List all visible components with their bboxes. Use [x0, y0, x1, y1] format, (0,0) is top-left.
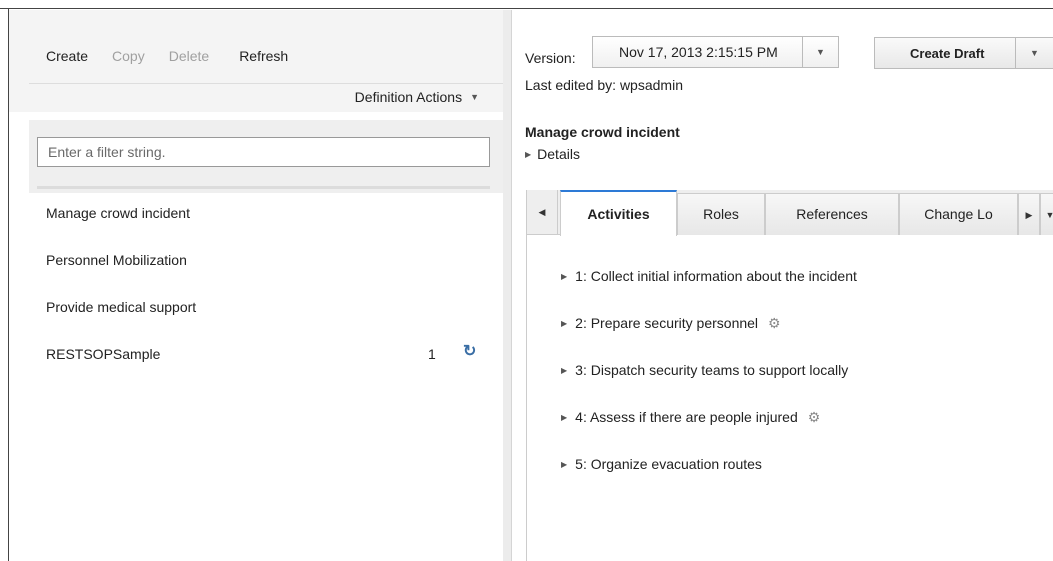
definition-detail-panel: Version: Nov 17, 2013 2:15:15 PM ▼ Creat… [512, 10, 1053, 561]
tab-scroll-right-button[interactable]: ▶ [1018, 193, 1040, 235]
version-select[interactable]: Nov 17, 2013 2:15:15 PM ▼ [592, 36, 839, 68]
activity-item[interactable]: ▶ 2: Prepare security personnel ⚙ [527, 283, 1053, 332]
list-item[interactable]: Personnel Mobilization [9, 241, 503, 288]
triangle-right-icon[interactable]: ▶ [561, 272, 567, 281]
version-value: Nov 17, 2013 2:15:15 PM [619, 44, 778, 60]
activity-label: 5: Organize evacuation routes [575, 456, 762, 472]
triangle-right-icon: ▶ [1025, 210, 1033, 220]
refresh-button[interactable]: Refresh [239, 48, 288, 64]
definition-name: Provide medical support [46, 299, 197, 315]
activity-label: 4: Assess if there are people injured [575, 409, 798, 425]
list-item[interactable]: RESTSOPSample 1 ↻ [9, 335, 503, 382]
definition-title: Manage crowd incident [525, 124, 680, 140]
tab-list-menu-button[interactable]: ▼ [1040, 193, 1053, 235]
triangle-right-icon[interactable]: ▶ [561, 460, 567, 469]
activity-item[interactable]: ▶ 4: Assess if there are people injured … [527, 377, 1053, 426]
definition-actions-label: Definition Actions [354, 89, 463, 105]
activity-item[interactable]: ▶ 1: Collect initial information about t… [527, 236, 1053, 284]
chevron-down-icon: ▼ [1045, 210, 1053, 220]
filter-area [29, 120, 503, 193]
details-label: Details [537, 146, 580, 162]
definitions-panel: Create Copy Delete Refresh Definition Ac… [9, 10, 503, 561]
chevron-down-icon: ▼ [470, 92, 479, 102]
create-button[interactable]: Create [46, 48, 88, 64]
version-label: Version: [525, 50, 576, 66]
definition-actions-menu[interactable]: Definition Actions ▼ [355, 89, 479, 105]
activities-list: ▶ 1: Collect initial information about t… [527, 236, 1053, 472]
triangle-right-icon[interactable]: ▶ [561, 366, 567, 375]
tab-roles[interactable]: Roles [677, 193, 765, 235]
definition-name: Personnel Mobilization [46, 252, 187, 268]
window-top-border [0, 0, 1053, 9]
create-draft-button[interactable]: Create Draft ▼ [874, 37, 1053, 69]
tab-container: ◀ Activities Roles References Change Lo … [526, 190, 1053, 561]
chevron-down-icon[interactable]: ▼ [1015, 38, 1053, 68]
toolbar-actions: Create Copy Delete Refresh [46, 48, 312, 64]
tab-strip: ◀ Activities Roles References Change Lo … [527, 190, 1053, 236]
triangle-right-icon: ▶ [525, 149, 532, 159]
toolbar-divider [29, 83, 503, 84]
details-toggle[interactable]: ▶ Details [525, 146, 580, 162]
create-draft-label: Create Draft [910, 45, 985, 61]
triangle-left-icon: ◀ [538, 207, 546, 217]
definitions-list: Manage crowd incident Personnel Mobiliza… [9, 194, 503, 382]
triangle-right-icon[interactable]: ▶ [561, 319, 567, 328]
filter-input[interactable] [37, 137, 490, 167]
tab-references[interactable]: References [765, 193, 899, 235]
definition-count-badge: 1 [428, 346, 436, 362]
list-item[interactable]: Manage crowd incident [9, 194, 503, 241]
filter-divider [37, 186, 490, 189]
definition-name: Manage crowd incident [46, 205, 190, 221]
list-item[interactable]: Provide medical support [9, 288, 503, 335]
triangle-right-icon[interactable]: ▶ [561, 413, 567, 422]
definition-name: RESTSOPSample [46, 346, 161, 362]
copy-button[interactable]: Copy [112, 48, 145, 64]
last-edited-text: Last edited by: wpsadmin [525, 77, 683, 93]
gear-icon: ⚙ [768, 314, 781, 331]
activity-item[interactable]: ▶ 3: Dispatch security teams to support … [527, 330, 1053, 378]
chevron-down-icon[interactable]: ▼ [802, 37, 838, 67]
refresh-icon[interactable]: ↻ [463, 343, 476, 361]
definitions-toolbar: Create Copy Delete Refresh Definition Ac… [9, 10, 503, 112]
tab-scroll-left-button[interactable]: ◀ [527, 190, 558, 235]
gear-icon: ⚙ [807, 408, 821, 425]
tab-change-log[interactable]: Change Lo [899, 193, 1018, 235]
activity-label: 2: Prepare security personnel [575, 315, 759, 331]
panel-splitter[interactable] [503, 10, 512, 561]
activity-label: 1: Collect initial information about the… [575, 268, 857, 284]
delete-button[interactable]: Delete [169, 48, 209, 64]
activity-item[interactable]: ▶ 5: Organize evacuation routes [527, 424, 1053, 472]
tab-activities[interactable]: Activities [560, 190, 677, 236]
activity-label: 3: Dispatch security teams to support lo… [575, 362, 849, 378]
